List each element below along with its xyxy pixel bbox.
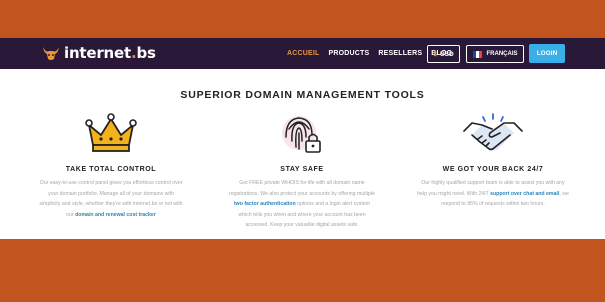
feature-support: WE GOT YOUR BACK 24/7 Our highly qualifi…	[403, 109, 583, 210]
crown-icon	[85, 113, 137, 152]
feature-title: STAY SAFE	[280, 166, 324, 173]
feature-title: WE GOT YOUR BACK 24/7	[442, 166, 544, 173]
nav-link-products[interactable]: PRODUCTS	[329, 50, 370, 57]
bull-logo-icon	[43, 47, 59, 60]
footer-band	[0, 239, 605, 302]
features-section: SUPERIOR DOMAIN MANAGEMENT TOOLS TAKE TO…	[0, 69, 605, 239]
feature-title: TAKE TOTAL CONTROL	[65, 166, 157, 173]
currency-symbol: $	[433, 50, 437, 58]
section-title: SUPERIOR DOMAIN MANAGEMENT TOOLS	[180, 89, 425, 101]
france-flag-icon	[472, 50, 483, 58]
login-button[interactable]: LOGIN	[529, 44, 565, 63]
brand-logo[interactable]: internet.bs	[40, 44, 156, 62]
handshake-icon	[463, 113, 523, 151]
nav-link-accueil[interactable]: ACCUEIL	[287, 50, 320, 57]
feature-description: Our easy-to-use control panel gives you …	[39, 180, 183, 218]
feature-description: Our highly qualified support team is abl…	[417, 180, 569, 207]
top-navigation-bar: internet.bs ACCUEIL PRODUCTS RESELLERS B…	[0, 38, 605, 69]
language-selector[interactable]: FRANÇAIS	[466, 45, 524, 63]
feature-description: Get FREE private WHOIS for life with all…	[229, 180, 375, 228]
brand-name: internet.bs	[64, 44, 156, 62]
feature-safe: STAY SAFE Get FREE private WHOIS for lif…	[212, 109, 392, 231]
nav-link-resellers[interactable]: RESELLERS	[378, 50, 422, 57]
cost-tracker-link[interactable]: domain and renewal cost tracker	[75, 212, 156, 218]
two-factor-link[interactable]: two factor authentication	[234, 201, 296, 207]
fingerprint-lock-icon	[282, 116, 321, 153]
currency-selector[interactable]: $ USD	[427, 45, 460, 63]
support-chat-link[interactable]: support over chat and email	[490, 191, 559, 197]
currency-code: USD	[439, 50, 454, 58]
language-label: FRANÇAIS	[486, 51, 518, 57]
feature-control: TAKE TOTAL CONTROL Our easy-to-use contr…	[21, 109, 201, 220]
